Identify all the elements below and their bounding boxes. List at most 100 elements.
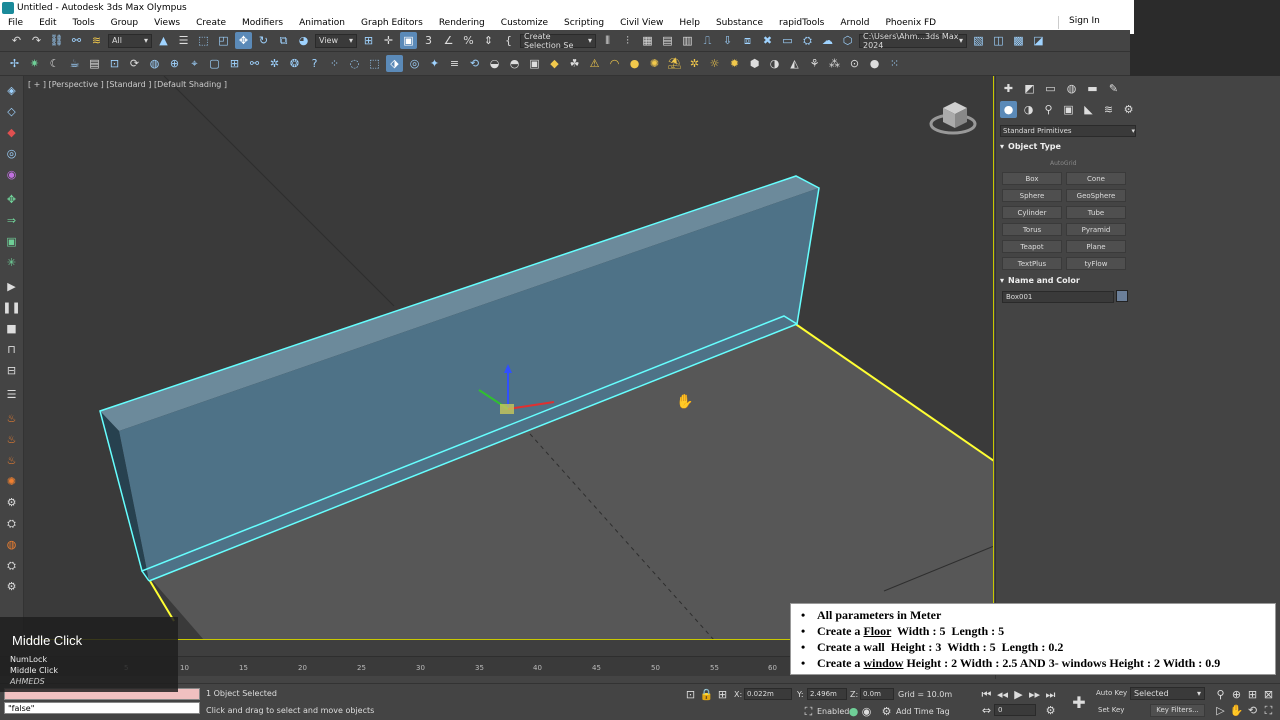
render-frame-icon[interactable]: ⊡ [106,55,123,72]
absolute-mode-icon[interactable]: ⊞ [714,686,731,703]
angle-snap-icon[interactable]: ∠ [440,32,457,49]
list-icon[interactable]: ≡ [446,55,463,72]
modifier-icon[interactable]: ⊙ [846,55,863,72]
modifier-stack-icon[interactable]: ◇ [3,103,20,120]
foam-icon[interactable]: ⛭ [3,557,20,574]
blob-icon[interactable]: ❂ [286,55,303,72]
selection-lock-icon[interactable]: ▣ [400,32,417,49]
rectangle-selection-icon[interactable]: ⬚ [195,32,212,49]
current-frame-field[interactable]: 0 [994,704,1036,716]
add-time-tag-button[interactable]: Add Time Tag [896,707,950,716]
keyboard-shortcut-icon[interactable]: ✛ [380,32,397,49]
systems-icon[interactable]: ⚙ [1120,101,1137,118]
menu-phoenix-fd[interactable]: Phoenix FD [877,18,944,28]
menu-rendering[interactable]: Rendering [431,18,493,28]
torus-button[interactable]: Torus [1002,223,1062,236]
caution-light-icon[interactable]: ⚠ [586,55,603,72]
perspective-viewport[interactable]: ✋ [ + ] [Perspective ] [Standard ] [Defa… [24,76,994,640]
field-of-view-icon[interactable]: ▷ [1212,702,1229,719]
yellow-sphere-icon[interactable]: ● [626,55,643,72]
cube-icon[interactable]: ⬢ [746,55,763,72]
z-coordinate-field[interactable]: 0.0m [860,688,894,700]
modify-tab-icon[interactable]: ◩ [1021,80,1038,97]
dome-icon[interactable]: ◓ [506,55,523,72]
tube-button[interactable]: Tube [1066,206,1126,219]
viewport-label[interactable]: [ + ] [Perspective ] [Standard ] [Defaul… [28,80,227,89]
spot-light-icon[interactable]: ⛱ [666,55,683,72]
object-type-rollout[interactable]: ▾ Object Type [1000,142,1136,151]
green-arrow-icon[interactable]: ⇒ [3,212,20,229]
render-in-cloud-icon[interactable]: ☁ [819,32,836,49]
moon-icon[interactable]: ☾ [46,55,63,72]
teapot-render-icon[interactable]: ◒ [486,55,503,72]
particle-flow-icon[interactable]: ⛭ [3,515,20,532]
edit-named-selection-icon[interactable]: { [500,32,517,49]
play-icon[interactable]: ▶ [3,278,20,295]
light-icon[interactable]: ✷ [26,55,43,72]
selection-lock-toggle-icon[interactable]: 🔒 [698,686,715,703]
adaptive-degradation-icon[interactable]: ⛶ [800,703,817,720]
explosion-icon[interactable]: ✺ [3,473,20,490]
primitive-category-dropdown[interactable]: Standard Primitives ▾ [1000,125,1136,137]
particles-icon[interactable]: ⁂ [826,55,843,72]
multi-color-icon[interactable]: ⁙ [886,55,903,72]
object-name-input[interactable]: Box001 [1002,291,1114,303]
zoom-extents-icon[interactable]: ⊞ [1244,686,1261,703]
mesh-icon[interactable]: ◭ [786,55,803,72]
reference-coordinate-dropdown[interactable]: View ▾ [315,33,357,48]
menu-graph-editors[interactable]: Graph Editors [353,18,431,28]
dashed-box-icon[interactable]: ⬚ [366,55,383,72]
space-warps-icon[interactable]: ≋ [1100,101,1117,118]
scale-icon[interactable]: ⧉ [275,32,292,49]
menu-group[interactable]: Group [103,18,146,28]
red-tool-icon[interactable]: ◆ [3,124,20,141]
toggle-layer-explorer-icon[interactable]: ▤ [659,32,676,49]
textplus-button[interactable]: TextPlus [1002,257,1062,270]
globe-icon[interactable]: ⊕ [166,55,183,72]
x-coordinate-field[interactable]: 0.022m [744,688,792,700]
set-key-button[interactable]: Set Key [1098,706,1124,714]
place-highlight-icon[interactable]: ⌖ [186,55,203,72]
teapot-icon[interactable]: ☕ [66,55,83,72]
rendered-frame-icon[interactable]: ▭ [779,32,796,49]
paint-bucket-icon[interactable]: ◆ [546,55,563,72]
time-config-icon[interactable]: ⚙ [1042,702,1059,719]
sign-in-button[interactable]: Sign In [1058,16,1118,29]
extras-icon[interactable]: ▩ [1010,32,1027,49]
cylinder-button[interactable]: Cylinder [1002,206,1062,219]
previous-frame-icon[interactable]: ◂◂ [994,686,1011,703]
mirror-icon[interactable]: ⫴ [599,32,616,49]
auto-key-button[interactable]: Auto Key [1096,689,1127,697]
maxscript-listener-input[interactable]: "false" [4,702,200,714]
key-selection-dropdown[interactable]: Selected ▾ [1130,687,1205,700]
compass-icon[interactable]: ✲ [266,55,283,72]
emitter-icon[interactable]: ⚙ [3,494,20,511]
maximize-viewport-icon[interactable]: ⛶ [1260,702,1277,719]
play-animation-icon[interactable]: ▶ [1010,686,1027,703]
project-icon[interactable]: ▧ [970,32,987,49]
sculpt-icon[interactable]: ☘ [566,55,583,72]
bind-spacewarp-icon[interactable]: ≋ [88,32,105,49]
unlink-icon[interactable]: ⚯ [68,32,85,49]
cameras-icon[interactable]: ▣ [1060,101,1077,118]
sun-icon[interactable]: ✺ [646,55,663,72]
select-by-name-icon[interactable]: ☰ [175,32,192,49]
fx-icon[interactable]: ✦ [426,55,443,72]
pivot-center-icon[interactable]: ⊞ [360,32,377,49]
snaps-toggle-icon[interactable]: 3 [420,32,437,49]
green-star-icon[interactable]: ✳ [3,254,20,271]
teapot-button[interactable]: Teapot [1002,240,1062,253]
toggle-scene-explorer-icon[interactable]: ▦ [639,32,656,49]
zoom-extents-all-icon[interactable]: ⊠ [1260,686,1277,703]
green-box-icon[interactable]: ▣ [3,233,20,250]
autogrid-checkbox[interactable]: AutoGrid [1050,160,1077,167]
display-tab-icon[interactable]: ▬ [1084,80,1101,97]
help-icon[interactable]: ? [306,55,323,72]
percent-snap-icon[interactable]: % [460,32,477,49]
tyflow-button[interactable]: tyFlow [1066,257,1126,270]
sky-icon[interactable]: ☼ [706,55,723,72]
render-production-icon[interactable]: ⛭ [799,32,816,49]
create-box-icon[interactable]: ◈ [3,82,20,99]
workspace-icon[interactable]: ◫ [990,32,1007,49]
project-folder-dropdown[interactable]: C:\Users\Ahm...3ds Max 2024 ▾ [859,32,967,50]
